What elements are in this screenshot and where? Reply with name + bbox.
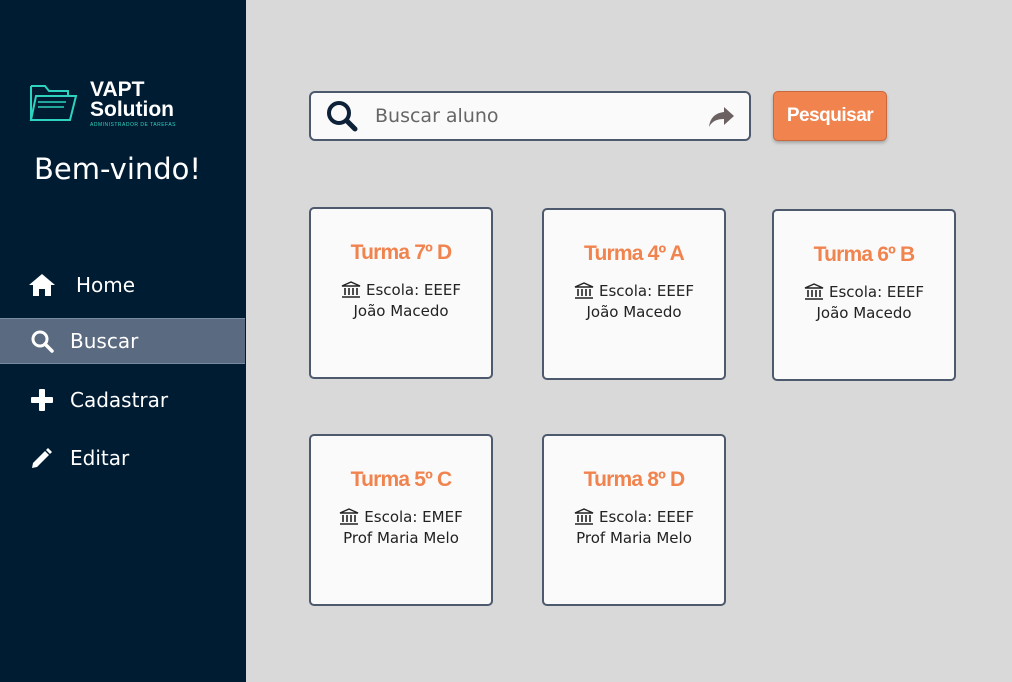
share-arrow-icon[interactable] bbox=[707, 105, 735, 129]
class-title: Turma 6º B bbox=[813, 243, 916, 266]
class-teacher: João Macedo bbox=[816, 304, 912, 322]
plus-icon bbox=[28, 386, 56, 414]
search-icon bbox=[327, 101, 358, 132]
sidebar-item-cadastrar[interactable]: Cadastrar bbox=[0, 377, 245, 423]
class-card[interactable]: Turma 7º D Escola: EEEF João Macedo bbox=[309, 207, 493, 379]
sidebar-item-home[interactable]: Home bbox=[0, 262, 245, 308]
sidebar-item-editar[interactable]: Editar bbox=[0, 435, 245, 481]
class-title: Turma 5º C bbox=[350, 468, 453, 491]
class-title: Turma 4º A bbox=[583, 242, 685, 265]
class-teacher: Prof Maria Melo bbox=[343, 529, 459, 547]
bank-building-icon bbox=[574, 508, 594, 525]
search-bar bbox=[309, 91, 751, 141]
class-teacher: Prof Maria Melo bbox=[576, 529, 692, 547]
bank-building-icon bbox=[339, 508, 359, 525]
bank-building-icon bbox=[804, 283, 824, 300]
search-button[interactable]: Pesquisar bbox=[773, 91, 887, 141]
sidebar-item-label: Editar bbox=[70, 446, 130, 470]
search-icon bbox=[28, 327, 56, 355]
welcome-heading: Bem-vindo! bbox=[34, 152, 202, 186]
brand-logo[interactable]: VAPT Solution ADMINISTRADOR DE TAREFAS bbox=[28, 78, 176, 128]
home-icon bbox=[28, 271, 56, 299]
pencil-icon bbox=[28, 444, 56, 472]
class-card[interactable]: Turma 5º C Escola: EMEF Prof Maria Melo bbox=[309, 434, 493, 606]
class-title: Turma 7º D bbox=[350, 241, 453, 264]
class-school-label: Escola: EEEF bbox=[829, 283, 924, 301]
sidebar-item-label: Home bbox=[76, 273, 136, 297]
class-card[interactable]: Turma 4º A Escola: EEEF João Macedo bbox=[542, 208, 726, 380]
bank-building-icon bbox=[574, 282, 594, 299]
class-school: Escola: EMEF bbox=[311, 508, 491, 526]
class-school: Escola: EEEF bbox=[774, 283, 954, 301]
class-school-label: Escola: EEEF bbox=[366, 281, 461, 299]
sidebar-item-label: Cadastrar bbox=[70, 388, 169, 412]
folder-icon bbox=[29, 85, 78, 121]
class-title: Turma 8º D bbox=[583, 468, 686, 491]
sidebar-item-buscar[interactable]: Buscar bbox=[0, 318, 245, 364]
class-teacher: João Macedo bbox=[586, 303, 682, 321]
brand-subtitle: ADMINISTRADOR DE TAREFAS bbox=[90, 122, 176, 128]
class-card[interactable]: Turma 8º D Escola: EEEF Prof Maria Melo bbox=[542, 434, 726, 606]
class-school: Escola: EEEF bbox=[544, 508, 724, 526]
sidebar-item-label: Buscar bbox=[70, 329, 139, 353]
brand-title-line1: VAPT bbox=[90, 78, 145, 101]
sidebar: VAPT Solution ADMINISTRADOR DE TAREFAS B… bbox=[0, 0, 246, 682]
class-school-label: Escola: EMEF bbox=[364, 508, 463, 526]
class-school: Escola: EEEF bbox=[311, 281, 491, 299]
search-input[interactable] bbox=[375, 105, 685, 127]
class-teacher: João Macedo bbox=[353, 302, 449, 320]
class-card[interactable]: Turma 6º B Escola: EEEF João Macedo bbox=[772, 209, 956, 381]
class-school-label: Escola: EEEF bbox=[599, 282, 694, 300]
class-school: Escola: EEEF bbox=[544, 282, 724, 300]
brand-title-line2: Solution bbox=[90, 98, 174, 121]
bank-building-icon bbox=[341, 281, 361, 298]
class-school-label: Escola: EEEF bbox=[599, 508, 694, 526]
